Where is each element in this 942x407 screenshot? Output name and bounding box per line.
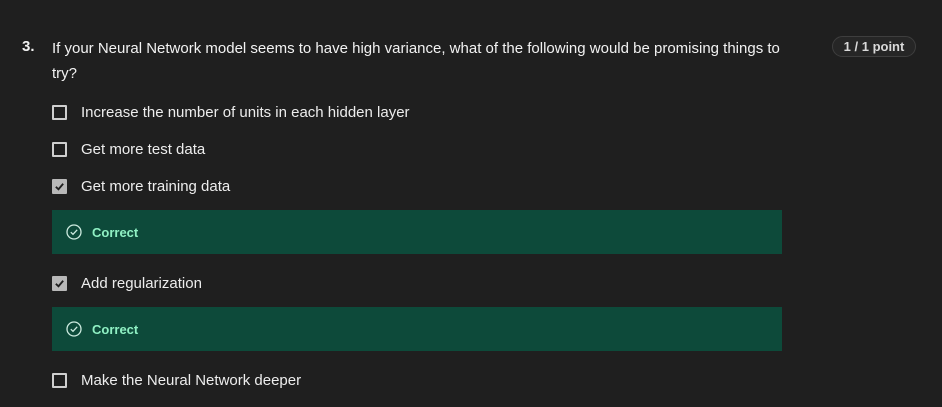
check-circle-icon [66, 224, 82, 240]
checkbox-checked[interactable] [52, 275, 67, 291]
option-label: Get more training data [81, 177, 231, 195]
feedback-label: Correct [92, 224, 139, 240]
option-label: Increase the number of units in each hid… [81, 103, 410, 121]
option-label: Make the Neural Network deeper [81, 371, 302, 389]
question-text: If your Neural Network model seems to ha… [52, 40, 780, 82]
option-deeper-network[interactable]: Make the Neural Network deeper [52, 370, 301, 390]
option-label: Add regularization [81, 274, 202, 292]
checkbox-unchecked[interactable] [52, 372, 67, 388]
option-more-test-data[interactable]: Get more test data [52, 139, 205, 159]
option-more-training-data[interactable]: Get more training data [52, 176, 230, 196]
check-circle-icon [66, 321, 82, 337]
feedback-correct: Correct [52, 210, 782, 254]
feedback-correct: Correct [52, 307, 782, 351]
question-number: 3. [22, 38, 35, 55]
checkbox-unchecked[interactable] [52, 141, 67, 157]
feedback-label: Correct [92, 321, 139, 337]
checkmark-icon [55, 182, 64, 191]
points-badge: 1 / 1 point [832, 36, 916, 57]
checkmark-icon [55, 279, 64, 288]
option-label: Get more test data [81, 140, 206, 158]
checkbox-checked[interactable] [52, 178, 67, 194]
option-increase-units[interactable]: Increase the number of units in each hid… [52, 102, 410, 122]
option-add-regularization[interactable]: Add regularization [52, 273, 202, 293]
checkbox-unchecked[interactable] [52, 104, 67, 120]
